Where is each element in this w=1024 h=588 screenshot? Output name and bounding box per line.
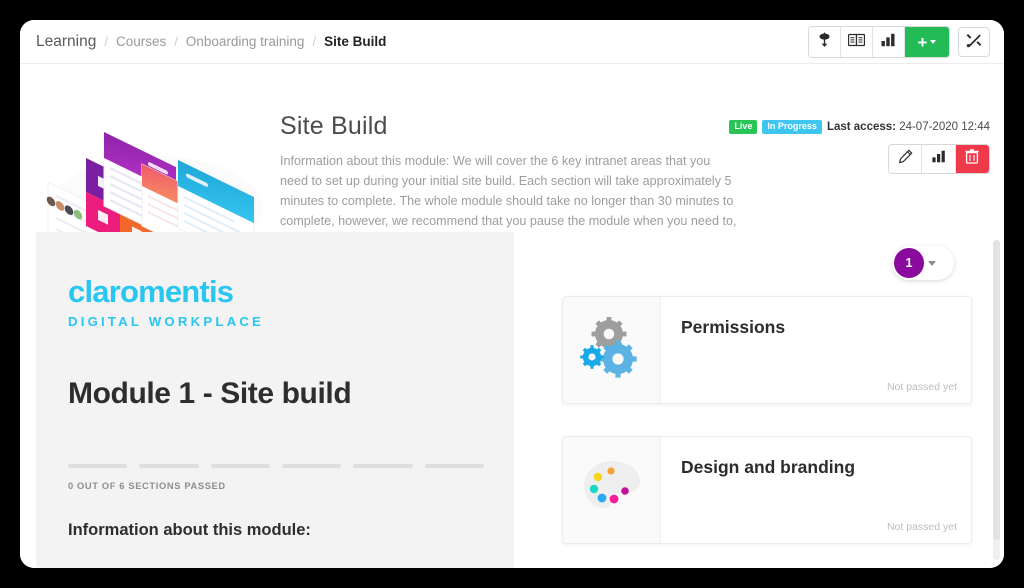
add-button-label: + bbox=[917, 32, 928, 52]
chevron-down-icon[interactable] bbox=[928, 260, 936, 266]
section-card-design-and-branding[interactable]: Design and branding Not passed yet bbox=[562, 436, 972, 544]
trash-icon bbox=[965, 149, 979, 169]
progress-label: 0 OUT OF 6 SECTIONS PASSED bbox=[68, 481, 226, 491]
tools-button[interactable] bbox=[958, 27, 990, 57]
book-icon bbox=[847, 33, 866, 52]
claromentis-tagline: DIGITAL WORKPLACE bbox=[68, 314, 265, 329]
section-card-permissions[interactable]: Permissions Not passed yet bbox=[562, 296, 972, 404]
breadcrumb: Learning / Courses / Onboarding training… bbox=[36, 33, 386, 51]
section-thumbnail bbox=[563, 297, 661, 403]
reports-button[interactable] bbox=[873, 27, 905, 57]
status-row: Live In Progress Last access: 24-07-2020… bbox=[729, 120, 990, 134]
section-body: Permissions Not passed yet bbox=[661, 297, 971, 403]
slide-module-title: Module 1 - Site build bbox=[68, 377, 352, 410]
breadcrumb-separator: / bbox=[174, 34, 178, 49]
section-thumbnail bbox=[563, 437, 661, 543]
vertical-scrollbar[interactable] bbox=[993, 240, 1000, 560]
breadcrumb-item-courses[interactable]: Courses bbox=[116, 34, 166, 49]
hero-section: Site Build Information about this module… bbox=[20, 64, 1004, 304]
page-title: Site Build bbox=[280, 112, 388, 140]
top-toolbar: + bbox=[808, 26, 990, 58]
bar-chart-icon bbox=[931, 150, 946, 168]
last-access-label: Last access: bbox=[826, 121, 896, 133]
sections-column: 1 Permissions Not passed yet Design and … bbox=[540, 232, 972, 568]
section-status: Not passed yet bbox=[886, 381, 957, 393]
breadcrumb-root[interactable]: Learning bbox=[36, 33, 96, 51]
current-page-number: 1 bbox=[894, 248, 924, 278]
statistics-button[interactable] bbox=[922, 145, 956, 173]
module-action-group bbox=[888, 144, 990, 174]
last-access: Last access: 24-07-2020 12:44 bbox=[827, 121, 990, 133]
breadcrumb-current: Site Build bbox=[324, 34, 387, 49]
breadcrumb-separator: / bbox=[104, 34, 108, 49]
top-bar: Learning / Courses / Onboarding training… bbox=[20, 20, 1004, 64]
progress-segment bbox=[139, 464, 199, 468]
breadcrumb-separator: / bbox=[312, 34, 317, 49]
section-title: Permissions bbox=[681, 317, 786, 337]
section-status: Not passed yet bbox=[886, 521, 957, 533]
breadcrumb-item-onboarding-training[interactable]: Onboarding training bbox=[186, 34, 305, 49]
hero-meta: Live In Progress Last access: 24-07-2020… bbox=[729, 120, 990, 174]
status-badge-progress: In Progress bbox=[762, 120, 822, 134]
chevron-down-icon bbox=[930, 40, 937, 44]
section-body: Design and branding Not passed yet bbox=[661, 437, 971, 543]
section-title: Design and branding bbox=[681, 457, 856, 477]
edit-button[interactable] bbox=[889, 145, 923, 173]
slide-preview: claromentis DIGITAL WORKPLACE Module 1 -… bbox=[36, 232, 514, 568]
certificate-icon bbox=[817, 32, 832, 53]
toolbar-button-group: + bbox=[808, 26, 950, 58]
bar-chart-icon bbox=[881, 33, 896, 52]
delete-button[interactable] bbox=[955, 145, 989, 173]
status-badge-live: Live bbox=[729, 120, 758, 134]
progress-segment bbox=[210, 464, 270, 468]
progress-segment bbox=[68, 464, 128, 468]
gears-icon bbox=[579, 316, 644, 384]
claromentis-logo: claromentis bbox=[68, 274, 234, 309]
module-content: claromentis DIGITAL WORKPLACE Module 1 -… bbox=[20, 232, 1004, 568]
progress-segment bbox=[281, 464, 342, 468]
wrench-screwdriver-icon bbox=[966, 32, 982, 53]
certificates-button[interactable] bbox=[809, 27, 841, 57]
catalogue-button[interactable] bbox=[841, 27, 873, 57]
app-window: Learning / Courses / Onboarding training… bbox=[20, 20, 1004, 568]
progress-segment bbox=[424, 464, 484, 468]
progress-segments bbox=[68, 464, 484, 468]
slide-info-heading: Information about this module: bbox=[68, 521, 311, 539]
add-button[interactable]: + bbox=[905, 27, 949, 57]
last-access-value: 24-07-2020 12:44 bbox=[899, 121, 990, 133]
palette-icon bbox=[581, 458, 643, 523]
scrollbar-thumb[interactable] bbox=[993, 240, 1000, 540]
page-selector[interactable]: 1 bbox=[892, 246, 954, 280]
pencil-icon bbox=[898, 149, 913, 169]
progress-segment bbox=[353, 464, 413, 468]
